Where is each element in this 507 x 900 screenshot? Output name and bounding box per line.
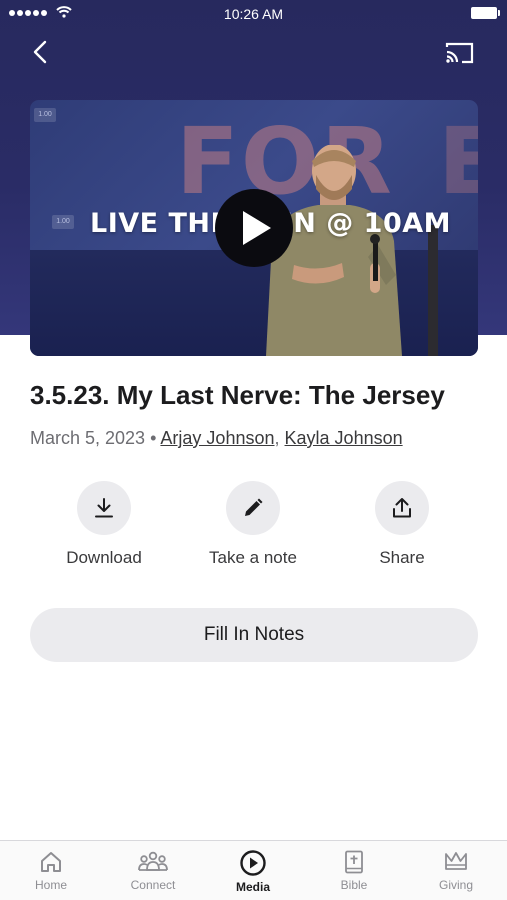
share-button[interactable]: Share	[327, 481, 477, 568]
speaker-link[interactable]: Kayla Johnson	[285, 428, 403, 448]
play-button[interactable]	[215, 189, 293, 267]
download-icon-circle	[77, 481, 131, 535]
tab-label: Home	[34, 878, 67, 892]
tab-label: Connect	[130, 878, 176, 892]
tab-label: Media	[235, 880, 270, 894]
tab-bible[interactable]: Bible	[314, 849, 394, 892]
status-time: 10:26 AM	[223, 6, 284, 22]
bible-icon	[345, 850, 363, 874]
tab-label: Bible	[340, 878, 368, 892]
tab-home[interactable]: Home	[11, 849, 91, 892]
share-icon-circle	[375, 481, 429, 535]
video-background-letter: E	[438, 108, 478, 215]
status-bar: 10:26 AM	[0, 0, 507, 28]
take-note-button[interactable]: Take a note	[178, 481, 328, 568]
battery-icon	[471, 7, 500, 19]
cast-icon	[445, 42, 474, 64]
download-label: Download	[66, 548, 142, 567]
pencil-icon	[245, 498, 263, 516]
speaker-separator: ,	[274, 428, 280, 448]
sermon-title: 3.5.23. My Last Nerve: The Jersey	[30, 380, 445, 410]
chevron-left-icon	[33, 40, 47, 64]
fill-in-notes-button[interactable]: Fill In Notes	[30, 608, 478, 662]
cast-button[interactable]	[444, 40, 476, 66]
take-note-label: Take a note	[209, 548, 297, 567]
tab-giving[interactable]: Giving	[416, 849, 496, 892]
tab-media[interactable]: Media	[213, 849, 293, 894]
download-icon	[95, 498, 113, 518]
pencil-icon-circle	[226, 481, 280, 535]
play-icon	[243, 211, 271, 245]
sermon-date: March 5, 2023	[30, 428, 146, 448]
video-tag: 1.00	[34, 108, 56, 122]
play-circle-icon	[240, 850, 266, 876]
speaker-link[interactable]: Arjay Johnson	[160, 428, 274, 448]
share-label: Share	[379, 548, 425, 567]
tab-bar: Home Connect Media Bible Giving	[0, 840, 507, 900]
sermon-meta: March 5, 2023 • Arjay Johnson, Kayla Joh…	[30, 428, 403, 449]
download-button[interactable]: Download	[29, 481, 179, 568]
meta-separator: •	[150, 428, 157, 448]
crown-icon	[445, 852, 467, 870]
back-button[interactable]	[28, 36, 56, 68]
video-tag: 1.00	[52, 215, 74, 229]
home-icon	[41, 852, 61, 872]
tab-connect[interactable]: Connect	[113, 849, 193, 892]
share-icon	[393, 498, 411, 518]
people-icon	[138, 851, 168, 871]
tab-label: Giving	[438, 878, 473, 892]
video-player[interactable]: FOR E 1.00 1.00 LIVE THIS SUN @ 10AM	[30, 100, 478, 356]
